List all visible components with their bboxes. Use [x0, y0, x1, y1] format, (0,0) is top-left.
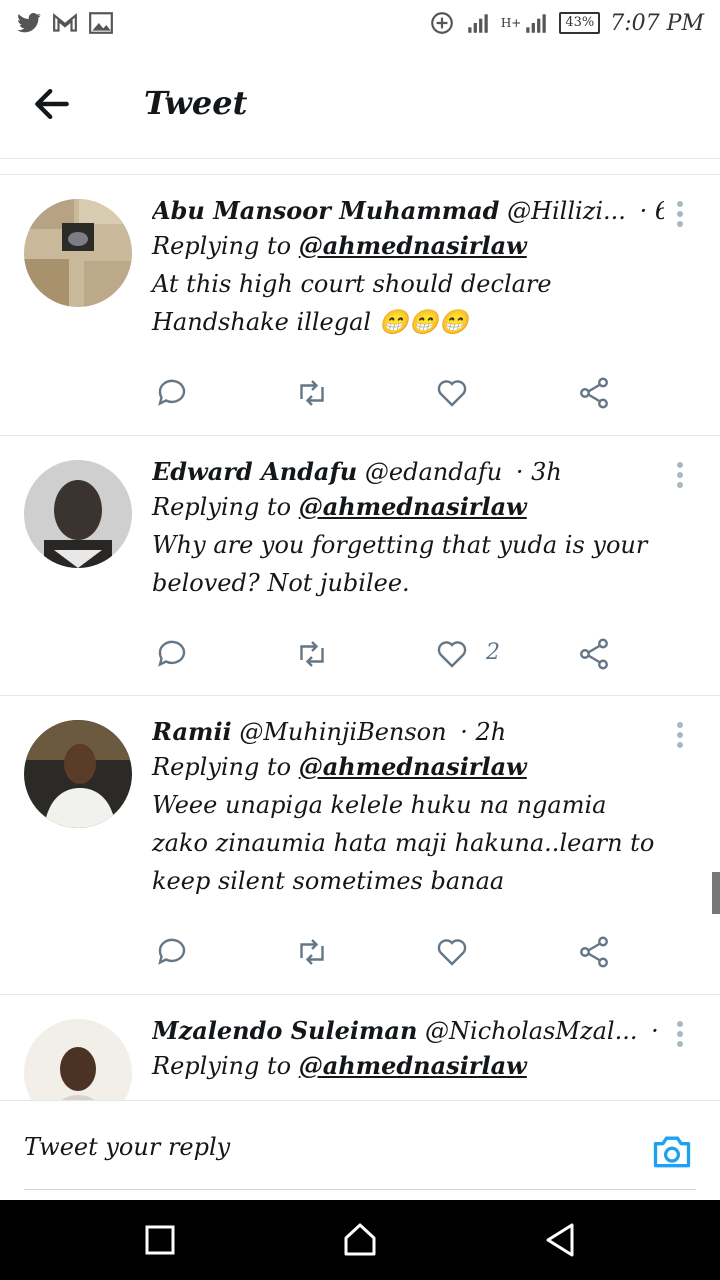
page-title: Tweet [144, 84, 248, 122]
retweet-icon [300, 380, 324, 406]
reply-composer: Tweet your reply [0, 1100, 720, 1201]
retweet-icon [300, 939, 324, 965]
heart-icon [437, 939, 467, 966]
recents-square-icon [145, 1225, 175, 1255]
signal-icon [465, 10, 491, 36]
author-handle[interactable]: @MuhinjiBenson [239, 718, 446, 746]
replying-prefix: Replying to [152, 493, 292, 521]
avatar[interactable] [24, 720, 132, 828]
comment-icon [158, 938, 186, 965]
recents-button[interactable] [140, 1220, 180, 1260]
back-triangle-icon [546, 1223, 574, 1257]
tweet-item[interactable]: Mzalendo Suleiman @NicholasMzal... · 2h … [0, 995, 720, 1101]
more-options-button[interactable] [674, 722, 686, 750]
share-button[interactable] [576, 934, 616, 974]
tweet-text: Why are you forgetting that yuda is your… [152, 531, 648, 597]
tweet-item[interactable]: Edward Andafu @edandafu · 3h Replying to… [0, 436, 720, 696]
clock: 7:07 PM [610, 10, 704, 36]
input-underline [24, 1189, 696, 1190]
avatar[interactable] [24, 199, 132, 307]
reply-button[interactable] [154, 375, 194, 415]
replying-prefix: Replying to [152, 753, 292, 781]
reply-button[interactable] [154, 636, 194, 676]
author-name[interactable]: Abu Mansoor Muhammad [152, 196, 499, 225]
data-saver-icon [429, 10, 455, 36]
camera-icon [653, 1136, 691, 1168]
replies-list[interactable]: Abu Mansoor Muhammad @Hillizi... · 6m Re… [0, 174, 720, 1101]
avatar[interactable] [24, 1019, 132, 1101]
replying-to: Replying to @ahmednasirlaw [152, 488, 664, 526]
reply-input[interactable]: Tweet your reply [24, 1133, 230, 1161]
back-nav-button[interactable] [540, 1220, 580, 1260]
heart-icon [437, 641, 467, 668]
mention-link[interactable]: @ahmednasirlaw [299, 1051, 527, 1080]
replying-to: Replying to @ahmednasirlaw [152, 1047, 664, 1085]
back-button[interactable] [30, 82, 82, 126]
app-bar: Tweet [0, 48, 720, 159]
mention-link[interactable]: @ahmednasirlaw [299, 231, 527, 260]
like-button[interactable] [434, 934, 474, 974]
tweet-time: · 2h [651, 1017, 664, 1045]
tweet-text: At this high court should declare Handsh… [152, 270, 552, 336]
tweet-time: · 6m [639, 197, 664, 225]
avatar[interactable] [24, 460, 132, 568]
comment-icon [158, 379, 186, 406]
mention-link[interactable]: @ahmednasirlaw [299, 752, 527, 781]
system-icons: H+ 43% 7:07 PM [429, 10, 704, 36]
tweet-item[interactable]: Abu Mansoor Muhammad @Hillizi... · 6m Re… [0, 175, 720, 436]
replying-to: Replying to @ahmednasirlaw [152, 748, 664, 786]
retweet-button[interactable] [294, 934, 334, 974]
share-icon [580, 377, 608, 409]
more-options-button[interactable] [674, 1021, 686, 1049]
retweet-button[interactable] [294, 375, 334, 415]
author-handle[interactable]: @Hillizi... [507, 197, 626, 225]
like-button[interactable] [434, 375, 474, 415]
gmail-icon [52, 10, 78, 36]
replying-to: Replying to @ahmednasirlaw [152, 227, 664, 265]
retweet-icon [300, 641, 324, 667]
replying-prefix: Replying to [152, 1052, 292, 1080]
status-bar: H+ 43% 7:07 PM [0, 0, 720, 48]
tweet-time: · 3h [515, 458, 562, 486]
retweet-button[interactable] [294, 636, 334, 676]
author-handle[interactable]: @NicholasMzal... [425, 1017, 637, 1045]
system-nav-bar [0, 1200, 720, 1280]
author-name[interactable]: Edward Andafu [152, 457, 357, 486]
like-button[interactable] [434, 636, 474, 676]
home-button[interactable] [340, 1220, 380, 1260]
like-count: 2 [486, 640, 500, 665]
battery-indicator: 43% [559, 12, 601, 34]
tweet-item[interactable]: Ramii @MuhinjiBenson · 2h Replying to @a… [0, 696, 720, 995]
replying-prefix: Replying to [152, 232, 292, 260]
home-icon [344, 1223, 376, 1256]
reply-button[interactable] [154, 934, 194, 974]
notification-icons [16, 10, 114, 36]
tweet-text: Weee unapiga kelele huku na ngamia zako … [152, 791, 655, 895]
share-icon [580, 936, 608, 968]
comment-icon [158, 640, 186, 667]
signal-icon [523, 10, 549, 36]
heart-icon [437, 380, 467, 407]
share-icon [580, 638, 608, 670]
mention-link[interactable]: @ahmednasirlaw [299, 492, 527, 521]
author-name[interactable]: Mzalendo Suleiman [152, 1016, 417, 1045]
tweet-time: · 2h [460, 718, 507, 746]
share-button[interactable] [576, 375, 616, 415]
scrollbar-thumb[interactable] [712, 872, 720, 914]
more-options-button[interactable] [674, 462, 686, 490]
author-handle[interactable]: @edandafu [365, 458, 502, 486]
author-name[interactable]: Ramii [152, 717, 232, 746]
twitter-icon [16, 10, 42, 36]
more-options-button[interactable] [674, 201, 686, 229]
share-button[interactable] [576, 636, 616, 676]
network-type: H+ [500, 16, 522, 30]
gallery-icon [88, 10, 114, 36]
camera-button[interactable] [650, 1129, 694, 1173]
arrow-left-icon [35, 88, 69, 120]
